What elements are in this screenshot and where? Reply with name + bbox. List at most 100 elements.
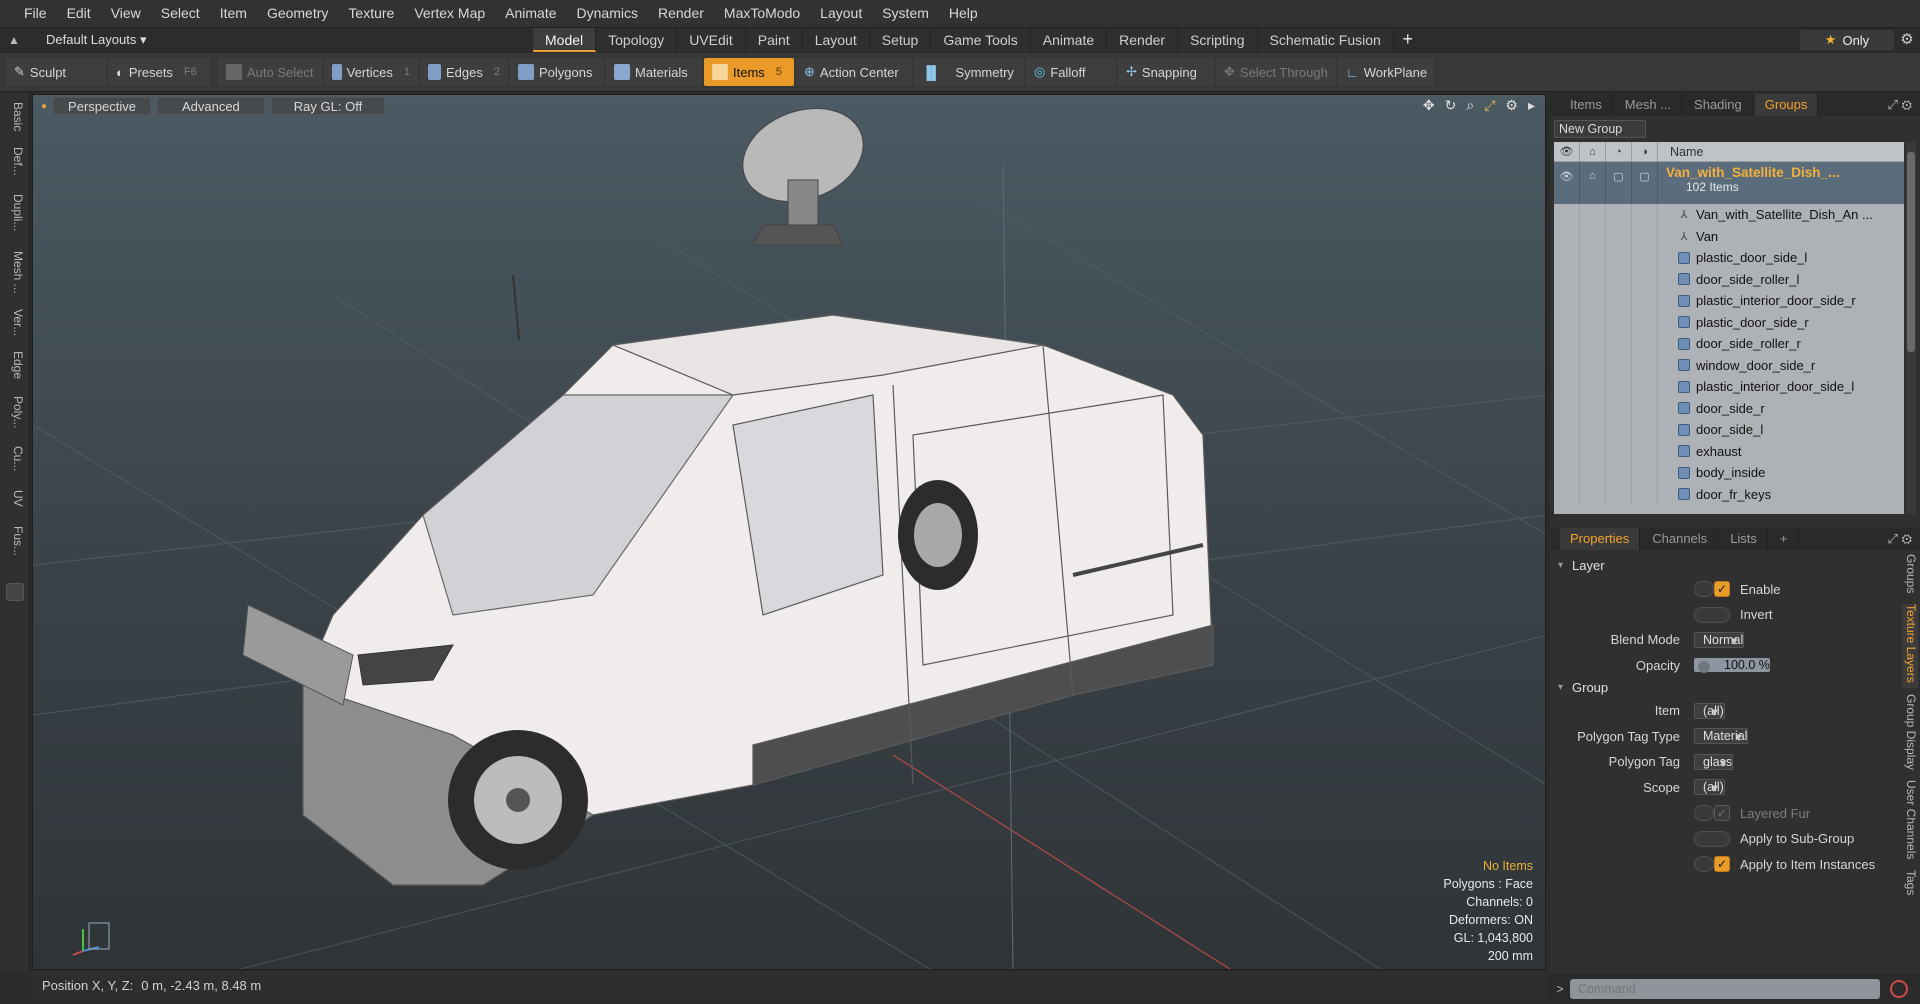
select-through-button[interactable]: ✥ Select Through	[1216, 58, 1336, 86]
root-select-icon[interactable]: ▢	[1632, 162, 1658, 204]
left-tab-polygon[interactable]: Poly...	[5, 389, 25, 435]
vtab-groups[interactable]: Groups	[1902, 554, 1918, 600]
vtab-user-channels[interactable]: User Channels	[1902, 780, 1918, 864]
group-section[interactable]: Group	[1554, 678, 1894, 698]
tab-items[interactable]: Items	[1560, 94, 1613, 116]
command-arrow-icon[interactable]: >	[1550, 982, 1570, 996]
command-input[interactable]	[1570, 979, 1880, 999]
tree-item[interactable]: door_side_r	[1554, 397, 1904, 419]
vtab-texture-layers[interactable]: Texture Layers	[1902, 604, 1918, 688]
left-tab-fusion[interactable]: Fus...	[5, 519, 25, 563]
props-expand-icon[interactable]: ⤢ ⚙	[1887, 531, 1920, 547]
tab-topology[interactable]: Topology	[596, 28, 678, 52]
record-icon[interactable]	[1890, 980, 1908, 998]
materials-button[interactable]: Materials	[606, 58, 702, 86]
auto-select-button[interactable]: Auto Select	[218, 58, 322, 86]
left-tab-deform[interactable]: Def...	[5, 141, 25, 181]
advanced-button[interactable]: Advanced	[156, 97, 265, 115]
panel-expand-icon[interactable]: ⤢ ⚙	[1887, 97, 1920, 113]
lock-column-icon[interactable]: ◔	[1606, 142, 1632, 162]
tree-item[interactable]: door_fr_keys	[1554, 483, 1904, 505]
visibility-column-icon[interactable]: 👁	[1554, 142, 1580, 162]
opacity-slider[interactable]: 100.0 %	[1694, 658, 1770, 673]
layered-fur-checkbox[interactable]: ✓	[1714, 805, 1730, 822]
item-dropdown[interactable]: (all)	[1694, 702, 1725, 719]
sculpt-button[interactable]: ✎ Sculpt	[6, 58, 106, 86]
enable-toggle[interactable]	[1694, 581, 1714, 598]
tree-item[interactable]: ⅄ Van	[1554, 225, 1904, 247]
polygon-tag-dropdown[interactable]: glass	[1694, 753, 1734, 770]
menu-system[interactable]: System	[872, 0, 939, 27]
menu-texture[interactable]: Texture	[338, 0, 404, 27]
menu-geometry[interactable]: Geometry	[257, 0, 338, 27]
perspective-button[interactable]: Perspective	[53, 97, 151, 115]
invert-toggle[interactable]	[1694, 606, 1730, 623]
root-render-icon[interactable]: ⌂	[1580, 162, 1606, 204]
add-tab-icon[interactable]: +	[1394, 28, 1422, 52]
move-view-icon[interactable]: ✥	[1423, 97, 1435, 114]
root-lock-icon[interactable]: ▢	[1606, 162, 1632, 204]
left-tab-curve[interactable]: Cu...	[5, 441, 25, 477]
action-center-button[interactable]: ⊕ Action Center	[796, 58, 912, 86]
edges-button[interactable]: Edges 2	[420, 58, 508, 86]
vertices-button[interactable]: Vertices 1	[324, 58, 418, 86]
blend-mode-dropdown[interactable]: Normal	[1694, 631, 1745, 648]
vtab-group-display[interactable]: Group Display	[1902, 694, 1918, 774]
layered-fur-toggle[interactable]	[1694, 805, 1714, 822]
tab-layout[interactable]: Layout	[802, 28, 870, 52]
tab-paint[interactable]: Paint	[745, 28, 803, 52]
vtab-tags[interactable]: Tags	[1902, 870, 1918, 906]
menu-help[interactable]: Help	[939, 0, 988, 27]
tree-item[interactable]: door_side_roller_r	[1554, 333, 1904, 355]
left-tab-vertex[interactable]: Ver...	[5, 305, 25, 341]
zoom-view-icon[interactable]: ⌕	[1466, 97, 1474, 114]
select-column-icon[interactable]: ◑	[1632, 142, 1658, 162]
add-props-tab-icon[interactable]: +	[1770, 528, 1799, 550]
left-tab-basic[interactable]: Basic	[5, 99, 25, 135]
tab-lists[interactable]: Lists	[1720, 528, 1768, 550]
root-visibility-icon[interactable]: 👁	[1554, 162, 1580, 204]
tree-item[interactable]: door_side_roller_l	[1554, 268, 1904, 290]
apply-instances-toggle[interactable]	[1694, 856, 1714, 873]
tree-item[interactable]: plastic_interior_door_side_r	[1554, 290, 1904, 312]
raygl-button[interactable]: Ray GL: Off	[270, 97, 386, 115]
tab-setup[interactable]: Setup	[869, 28, 932, 52]
tab-game-tools[interactable]: Game Tools	[931, 28, 1031, 52]
layout-home-icon[interactable]: ▲	[0, 33, 28, 47]
new-group-button[interactable]: New Group	[1554, 120, 1646, 138]
apply-sub-group-toggle[interactable]	[1694, 830, 1730, 847]
viewport-expand-icon[interactable]: ▸	[1528, 97, 1535, 114]
viewport-gear-icon[interactable]: ⚙	[1505, 97, 1518, 114]
menu-maxtomodo[interactable]: MaxToModo	[714, 0, 810, 27]
polygons-button[interactable]: Polygons	[510, 58, 604, 86]
menu-vertex-map[interactable]: Vertex Map	[404, 0, 495, 27]
left-tab-uv[interactable]: UV	[5, 483, 25, 513]
menu-item[interactable]: Item	[210, 0, 257, 27]
tree-root-group[interactable]: 👁 ⌂ ▢ ▢ Van_with_Satellite_Dish_... 102 …	[1554, 162, 1904, 204]
menu-dynamics[interactable]: Dynamics	[567, 0, 648, 27]
tree-item[interactable]: door_side_l	[1554, 419, 1904, 441]
tree-scroll-thumb[interactable]	[1907, 152, 1915, 352]
menu-layout[interactable]: Layout	[810, 0, 872, 27]
menu-animate[interactable]: Animate	[495, 0, 566, 27]
tab-scripting[interactable]: Scripting	[1178, 28, 1258, 52]
snapping-button[interactable]: ✢ Snapping	[1118, 58, 1214, 86]
menu-file[interactable]: File	[14, 0, 57, 27]
enable-checkbox[interactable]: ✓	[1714, 581, 1730, 598]
polygon-tag-type-dropdown[interactable]: Material	[1694, 728, 1749, 745]
tab-channels[interactable]: Channels	[1642, 528, 1719, 550]
viewport-menu-dot-icon[interactable]: ●	[41, 101, 47, 112]
tree-item[interactable]: exhaust	[1554, 440, 1904, 462]
menu-view[interactable]: View	[101, 0, 151, 27]
layer-section[interactable]: Layer	[1554, 556, 1894, 576]
tab-render[interactable]: Render	[1107, 28, 1179, 52]
tab-model[interactable]: Model	[533, 28, 597, 52]
left-tab-edge[interactable]: Edge	[5, 347, 25, 383]
falloff-button[interactable]: ◎ Falloff	[1026, 58, 1116, 86]
tab-schematic-fusion[interactable]: Schematic Fusion	[1257, 28, 1394, 52]
gear-icon[interactable]: ⚙	[1898, 30, 1916, 48]
tree-item[interactable]: plastic_interior_door_side_l	[1554, 376, 1904, 398]
items-button[interactable]: Items 5	[704, 58, 794, 86]
left-tab-duplicate[interactable]: Dupli...	[5, 187, 25, 239]
tab-groups[interactable]: Groups	[1754, 94, 1819, 116]
